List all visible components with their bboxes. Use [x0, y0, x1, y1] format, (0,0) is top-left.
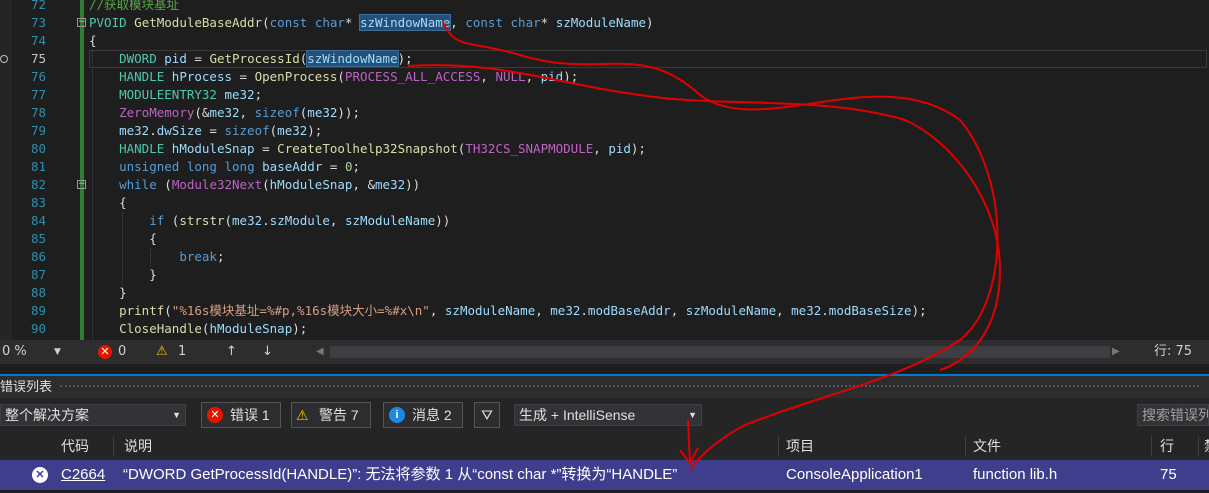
- annotation-curve-from-parameter: [442, 21, 999, 471]
- annotation-arrows: [407, 21, 1002, 471]
- annotation-arrowhead-icon: [679, 419, 699, 465]
- annotation-curve-from-call: [407, 64, 1002, 371]
